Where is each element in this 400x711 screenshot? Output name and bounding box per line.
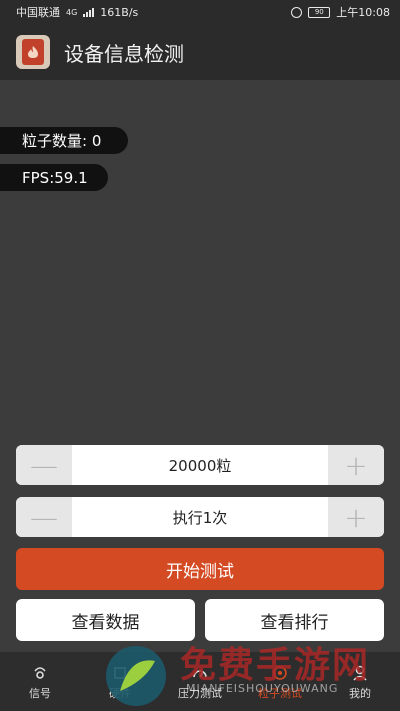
app-bar: 设备信息检测 [0,24,400,80]
clock: 上午10:08 [336,6,390,19]
chip-icon [111,664,129,682]
decrease-count-button[interactable]: — [16,445,72,485]
app-logo-icon [16,35,50,69]
decrease-runs-button[interactable]: — [16,497,72,537]
network-type: 4G [66,7,78,17]
particle-count-badge: 粒子数量: 0 [0,127,128,154]
run-times-stepper: — 执行1次 + [16,497,384,537]
nav-item-signal[interactable]: 信号 [0,652,80,711]
view-ranking-button[interactable]: 查看排行 [205,599,384,641]
start-test-button[interactable]: 开始测试 [16,548,384,590]
watermark-text: 免费手游网 [180,644,371,686]
carrier-label: 中国联通 [16,6,60,19]
increase-runs-button[interactable]: + [328,497,384,537]
network-speed: 161B/s [100,5,139,19]
signal-wave-icon [31,664,49,682]
battery-icon: 90 [308,6,331,18]
fps-badge: FPS:59.1 [0,164,108,191]
page-title: 设备信息检测 [64,41,184,66]
watermark-subtext: MIANFEISHOUYOUWANG [186,682,339,695]
signal-icon [83,7,95,17]
nav-label: 硬件 [109,687,131,700]
increase-count-button[interactable]: + [328,445,384,485]
status-bar: 中国联通 4G 161B/s 90 上午10:08 [0,0,400,24]
run-times-value: 执行1次 [172,508,228,527]
alarm-icon [291,6,303,18]
nav-item-hardware[interactable]: 硬件 [80,652,160,711]
particle-count-value: 20000粒 [168,456,232,475]
view-data-button[interactable]: 查看数据 [16,599,195,641]
nav-label: 信号 [29,687,51,700]
particle-count-stepper: — 20000粒 + [16,445,384,485]
